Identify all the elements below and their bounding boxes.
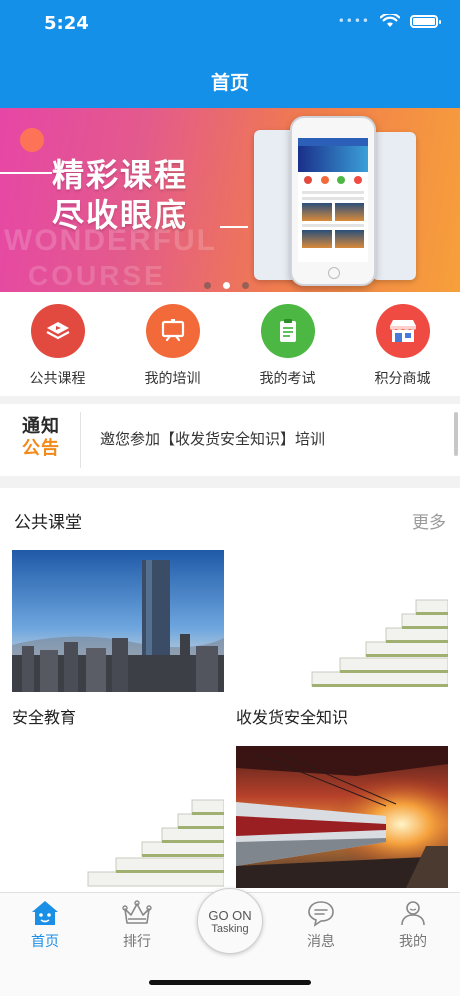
- banner-carousel[interactable]: WONDERFUL COURSE 精彩课程 尽收眼底: [0, 108, 460, 292]
- notice-logo-line1: 通知: [22, 416, 60, 437]
- banner-rule: [0, 172, 52, 174]
- go-on-tasking-button[interactable]: GO ON Tasking: [197, 888, 263, 954]
- banner-ghost-text: COURSE: [28, 260, 166, 291]
- status-time: 5:24: [44, 13, 89, 34]
- more-link[interactable]: 更多: [412, 508, 446, 533]
- center-button-line2: Tasking: [211, 922, 249, 935]
- carousel-dot[interactable]: [204, 282, 211, 289]
- banner-headline: 尽收眼底: [52, 196, 189, 234]
- message-icon: [308, 901, 334, 927]
- banner-decoration: [20, 128, 44, 152]
- notice-bar[interactable]: 通知 公告 邀您参加【收发货安全知识】培训: [0, 404, 460, 476]
- tab-ranking[interactable]: 排行: [102, 899, 172, 951]
- page-title: 首页: [210, 72, 249, 94]
- tab-label: 消息: [307, 934, 335, 950]
- quick-item-my-exam[interactable]: 我的考试: [230, 292, 345, 396]
- battery-icon: [410, 14, 441, 28]
- tab-label: 首页: [31, 934, 59, 950]
- banner-phone-screen: [372, 132, 416, 280]
- tab-profile[interactable]: 我的: [378, 899, 448, 951]
- quick-item-label: 积分商城: [374, 371, 431, 387]
- carousel-dot[interactable]: [242, 282, 249, 289]
- public-class-section: 公共课堂 更多 安全教育 收发货安全知识: [0, 488, 460, 892]
- notice-logo: 通知 公告: [14, 416, 68, 464]
- notice-scrollbar: [454, 412, 458, 456]
- center-button-line1: GO ON: [208, 907, 252, 923]
- quick-item-public-course[interactable]: 公共课程: [0, 292, 115, 396]
- course-card[interactable]: [236, 746, 448, 892]
- crown-icon: [122, 900, 152, 924]
- app-header: 5:24 •••• 首页: [0, 0, 460, 108]
- exam-clipboard-icon: [260, 304, 315, 358]
- signal-icon: ••••: [337, 14, 370, 28]
- course-title: 收发货安全知识: [236, 708, 349, 727]
- quick-item-my-training[interactable]: 我的培训: [115, 292, 230, 396]
- tab-messages[interactable]: 消息: [286, 899, 356, 951]
- home-indicator: [149, 980, 311, 985]
- profile-icon: [401, 901, 425, 926]
- carousel-indicator[interactable]: [204, 282, 249, 289]
- quick-menu: 公共课程 我的培训 我的考试 积分商城: [0, 292, 460, 396]
- course-title: 安全教育: [12, 708, 77, 727]
- course-image: [236, 550, 448, 692]
- quick-item-label: 公共课程: [29, 371, 86, 387]
- home-icon: [32, 901, 58, 925]
- quick-item-label: 我的考试: [259, 371, 316, 387]
- quick-item-points-mall[interactable]: 积分商城: [345, 292, 460, 396]
- banner-phone: [290, 116, 376, 286]
- course-card[interactable]: [12, 746, 224, 892]
- course-card[interactable]: 安全教育: [12, 550, 224, 728]
- carousel-dot[interactable]: [223, 282, 230, 289]
- status-indicators: ••••: [337, 14, 441, 28]
- tab-label: 排行: [123, 934, 151, 950]
- course-image: [12, 746, 224, 888]
- tab-label: 我的: [399, 934, 427, 950]
- video-course-icon: [30, 304, 85, 358]
- tab-home[interactable]: 首页: [10, 899, 80, 951]
- notice-text[interactable]: 邀您参加【收发货安全知识】培训: [100, 428, 325, 449]
- course-card[interactable]: 收发货安全知识: [236, 550, 448, 728]
- training-board-icon: [145, 304, 200, 358]
- course-image: [236, 746, 448, 888]
- divider: [80, 412, 81, 468]
- quick-item-label: 我的培训: [144, 371, 201, 387]
- banner-rule: [220, 226, 248, 228]
- store-icon: [375, 304, 430, 358]
- notice-logo-line2: 公告: [22, 438, 60, 459]
- section-title: 公共课堂: [14, 513, 82, 533]
- wifi-icon: [380, 14, 400, 27]
- course-image: [12, 550, 224, 692]
